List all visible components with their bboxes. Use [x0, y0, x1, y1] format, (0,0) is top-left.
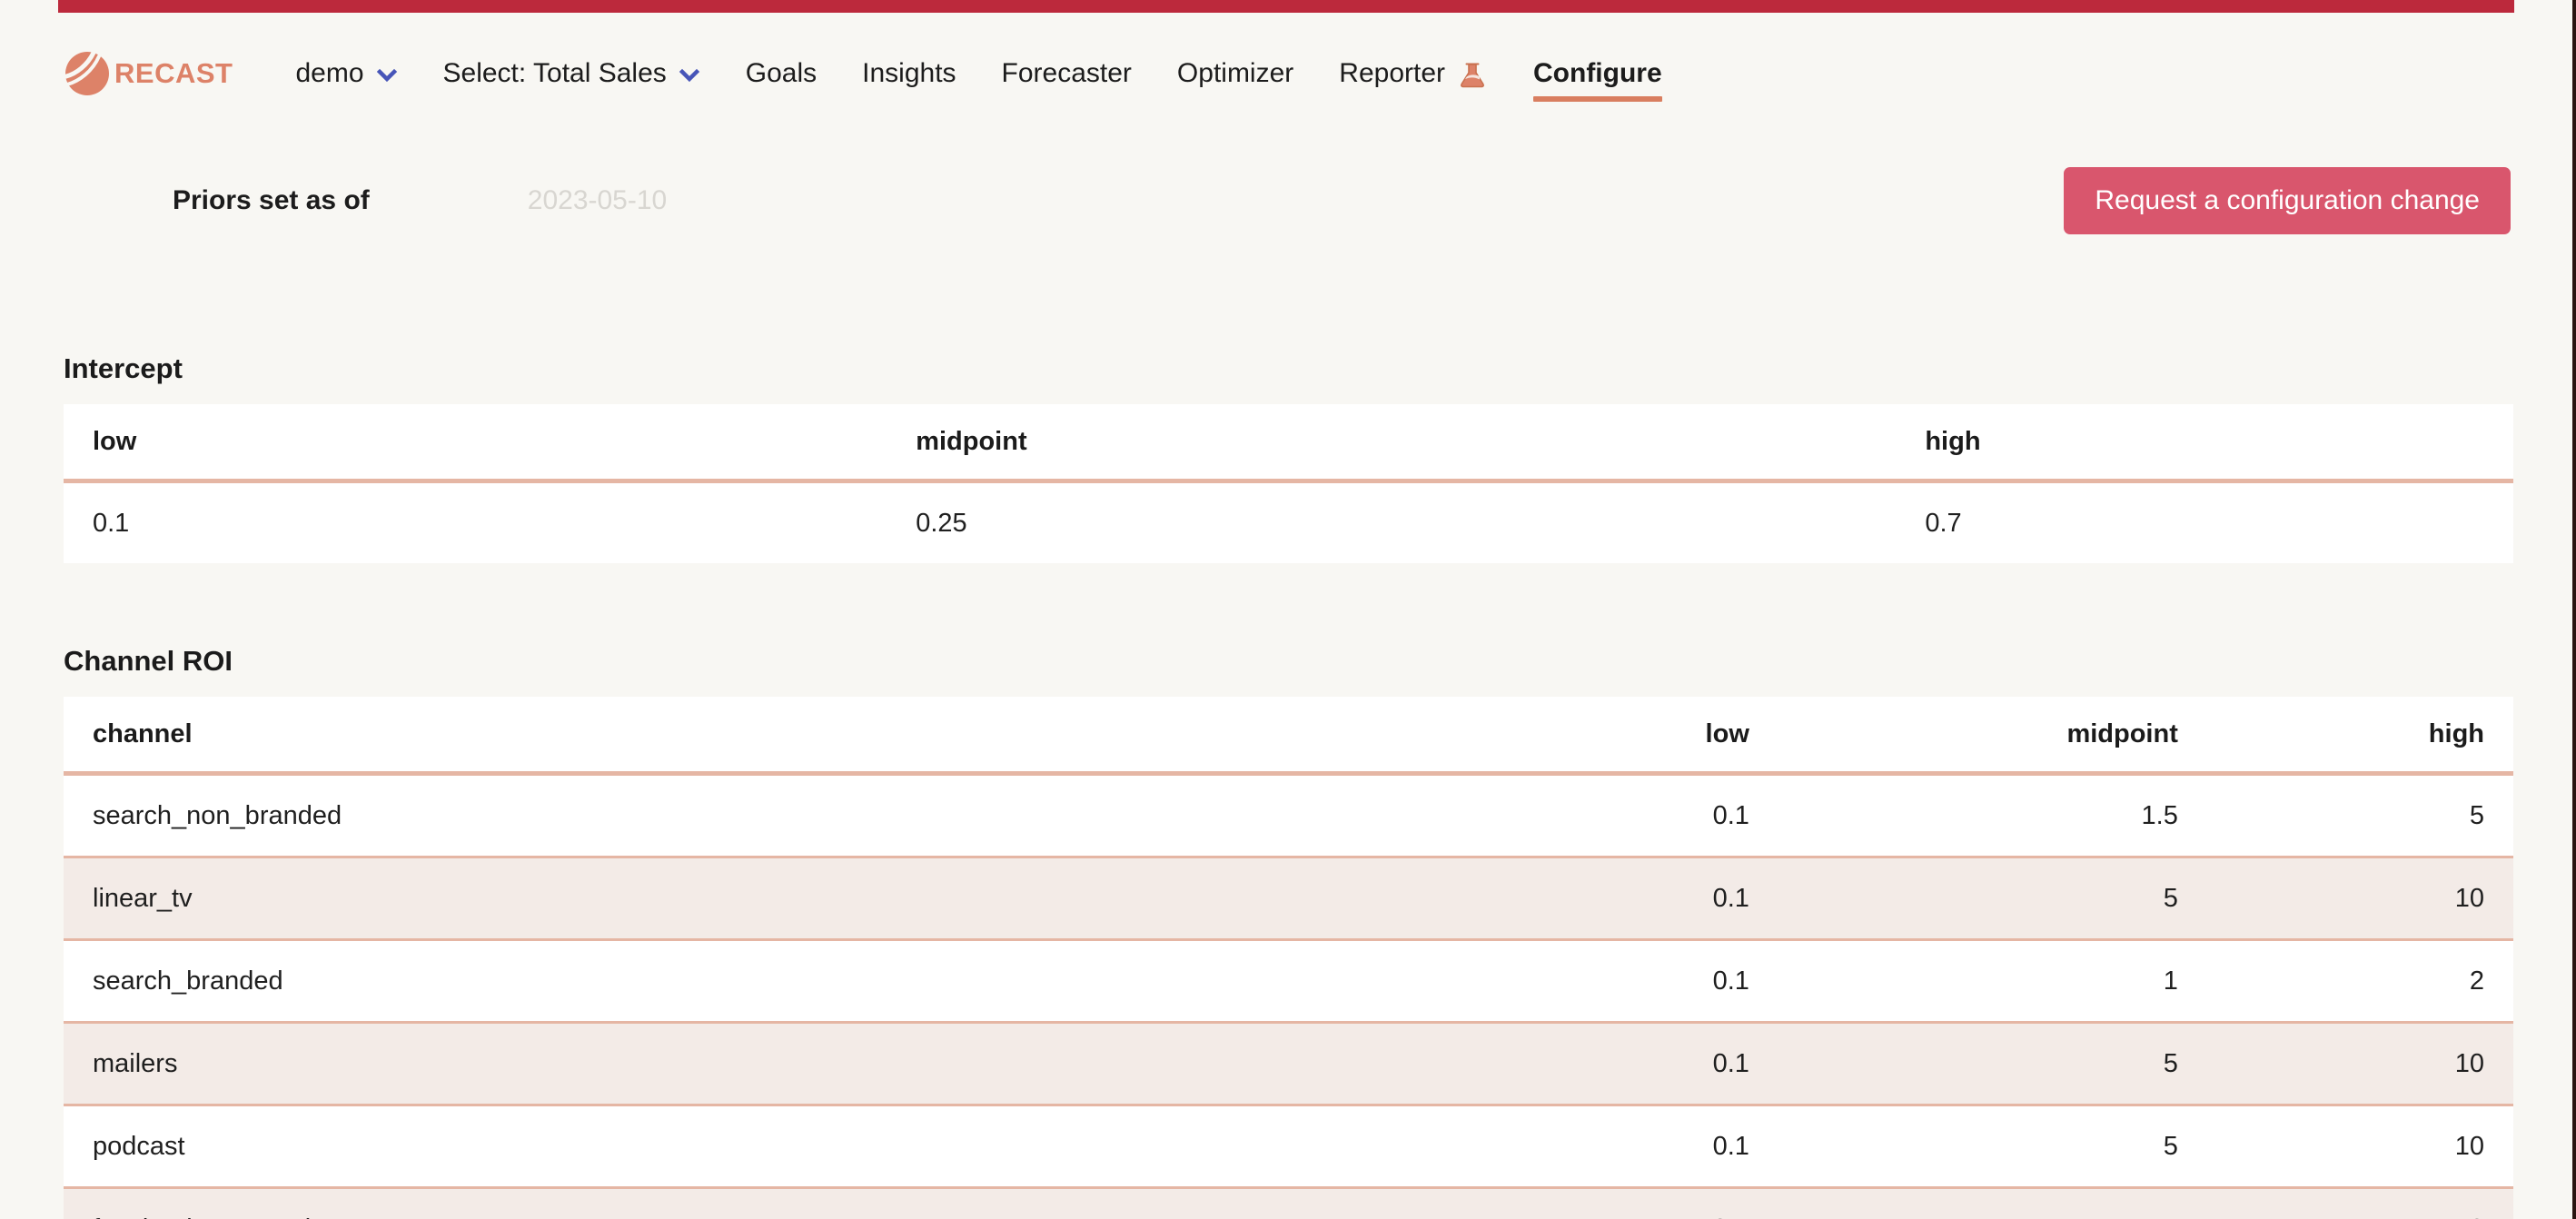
column-header-high: high [2206, 697, 2513, 776]
cell-midpoint: 1 [1778, 939, 2207, 1024]
cell-midpoint: 1 [1778, 1187, 2207, 1219]
table-row: facebook_retargeting 0.1 1 3 [64, 1187, 2513, 1219]
cell-midpoint: 5 [1778, 1105, 2207, 1189]
cell-channel: search_non_branded [64, 773, 1350, 858]
table-header-row: low midpoint high [64, 404, 2513, 483]
nav-item-select-total-sales[interactable]: Select: Total Sales [421, 38, 723, 109]
cell-low: 0.1 [1349, 939, 1778, 1024]
nav-item-reporter[interactable]: Reporter [1316, 38, 1511, 109]
nav-item-forecaster[interactable]: Forecaster [979, 38, 1154, 109]
cell-low: 0.1 [93, 509, 130, 538]
table-row: search_non_branded 0.1 1.5 5 [64, 773, 2513, 858]
nav-item-label: Forecaster [1001, 58, 1132, 88]
chevron-down-icon[interactable] [376, 64, 398, 86]
table-row: mailers 0.1 5 10 [64, 1022, 2513, 1106]
priors-set-as-of-label: Priors set as of [173, 185, 370, 215]
main-navigation: RECAST demo Select: Total Sales Goals In… [0, 38, 2576, 109]
column-header-midpoint: midpoint [887, 404, 1897, 483]
intercept-table: low midpoint high 0.1 0.25 0.7 [64, 404, 2513, 563]
cell-high: 5 [2206, 773, 2513, 858]
nav-item-label: Reporter [1339, 58, 1445, 88]
nav-item-label: Configure [1533, 58, 1662, 88]
brand-wordmark: RECAST [114, 57, 233, 89]
nav-item-label: demo [295, 58, 364, 88]
recast-sphere-logo-icon [64, 50, 111, 97]
nav-item-insights[interactable]: Insights [839, 38, 978, 109]
nav-item-demo[interactable]: demo [272, 38, 420, 109]
cell-channel: mailers [64, 1022, 1350, 1106]
cell-channel: linear_tv [64, 857, 1350, 941]
cell-low: 0.1 [1349, 857, 1778, 941]
priors-date-value: 2023-05-10 [527, 185, 668, 215]
cell-high: 2 [2206, 939, 2513, 1024]
cell-high: 0.7 [1925, 509, 1962, 538]
column-header-low: low [1349, 697, 1778, 776]
cell-midpoint: 5 [1778, 1022, 2207, 1106]
channel-roi-section-title: Channel ROI [64, 645, 233, 677]
cell-high: 10 [2206, 1105, 2513, 1189]
channel-roi-section: Channel ROI channel low midpoint high se… [64, 645, 2513, 1219]
nav-item-label: Select: Total Sales [442, 58, 667, 88]
nav-item-configure[interactable]: Configure [1511, 38, 1685, 109]
intercept-section: Intercept low midpoint high 0.1 0.25 0.7 [64, 352, 2513, 563]
cell-channel: facebook_retargeting [64, 1187, 1350, 1219]
column-header-low: low [64, 404, 887, 483]
flask-icon [1457, 60, 1488, 91]
nav-item-goals[interactable]: Goals [723, 38, 839, 109]
nav-item-label: Optimizer [1176, 58, 1294, 88]
viewport-right-edge [2572, 0, 2576, 1219]
cell-midpoint: 1.5 [1778, 773, 2207, 858]
chevron-down-icon[interactable] [679, 64, 700, 86]
table-row: podcast 0.1 5 10 [64, 1105, 2513, 1189]
table-row: search_branded 0.1 1 2 [64, 939, 2513, 1024]
cell-midpoint: 5 [1778, 857, 2207, 941]
nav-item-list: demo Select: Total Sales Goals Insights … [272, 38, 1684, 109]
table-row: 0.1 0.25 0.7 [64, 481, 2513, 564]
top-accent-bar [58, 0, 2514, 13]
cell-low: 0.1 [1349, 1022, 1778, 1106]
column-header-high: high [1896, 404, 2513, 483]
cell-channel: search_branded [64, 939, 1350, 1024]
column-header-channel: channel [64, 697, 1350, 776]
column-header-midpoint: midpoint [1778, 697, 2207, 776]
cell-low: 0.1 [1349, 773, 1778, 858]
nav-item-label: Insights [862, 58, 956, 88]
cell-low: 0.1 [1349, 1187, 1778, 1219]
table-header-row: channel low midpoint high [64, 697, 2513, 776]
cell-midpoint: 0.25 [916, 509, 967, 538]
channel-roi-table: channel low midpoint high search_non_bra… [64, 697, 2513, 1219]
cell-channel: podcast [64, 1105, 1350, 1189]
cell-low: 0.1 [1349, 1105, 1778, 1189]
cell-high: 10 [2206, 1022, 2513, 1106]
brand-logo[interactable]: RECAST [64, 50, 233, 97]
intercept-section-title: Intercept [64, 352, 183, 384]
priors-header-row: Priors set as of 2023-05-10 Request a co… [0, 160, 2576, 242]
nav-item-optimizer[interactable]: Optimizer [1154, 38, 1316, 109]
request-configuration-change-button[interactable]: Request a configuration change [2064, 167, 2511, 234]
cell-high: 10 [2206, 857, 2513, 941]
nav-item-label: Goals [745, 58, 817, 88]
cell-high: 3 [2206, 1187, 2513, 1219]
table-row: linear_tv 0.1 5 10 [64, 857, 2513, 941]
